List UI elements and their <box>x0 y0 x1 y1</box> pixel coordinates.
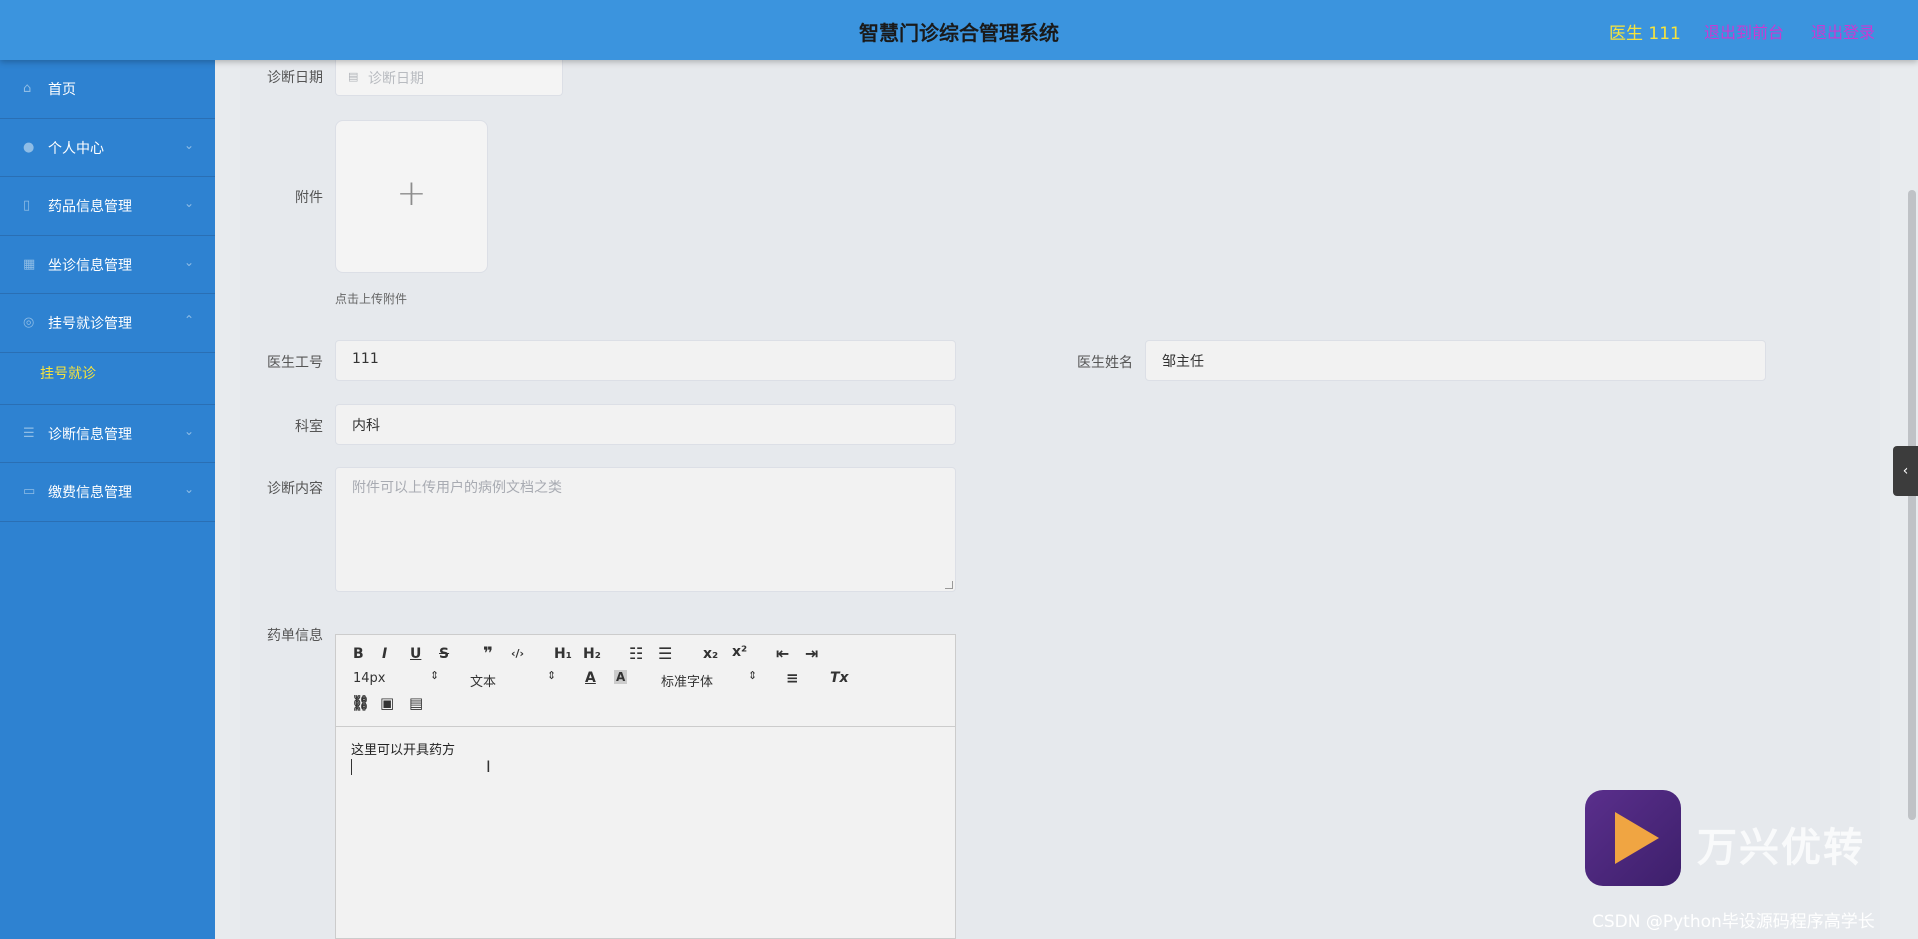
editor-toolbar: B I U S ❞ ‹/› H₁ H₂ ☷ ☰ x₂ x² ⇤ ⇥ 14px ⇕… <box>336 635 955 727</box>
page-scrollbar[interactable] <box>1908 190 1916 820</box>
compass-icon: ◎ <box>23 315 35 330</box>
rich-text-editor[interactable]: B I U S ❞ ‹/› H₁ H₂ ☷ ☰ x₂ x² ⇤ ⇥ 14px ⇕… <box>335 634 956 939</box>
outdent-icon[interactable]: ⇤ <box>776 644 789 663</box>
quote-button[interactable]: ❞ <box>483 644 493 664</box>
align-left-icon[interactable]: ≡ <box>786 669 799 687</box>
select-arrows-icon: ⇕ <box>547 669 557 682</box>
upload-hint: 点击上传附件 <box>335 292 408 306</box>
play-icon <box>1615 812 1659 864</box>
clear-format-button[interactable]: Tx <box>830 670 849 686</box>
bold-button[interactable]: B <box>353 646 364 662</box>
home-icon: ⌂ <box>23 81 32 96</box>
doctor-name-value: 邹主任 <box>1162 354 1204 370</box>
h1-button[interactable]: H₁ <box>554 646 572 662</box>
editor-content: 这里可以开具药方 <box>351 743 456 758</box>
sidebar: ⌂ 首页 ● 个人中心 ⌄ ▯ 药品信息管理 ⌄ ▦ 坐诊信息管理 ⌄ ◎ 挂号… <box>0 60 215 939</box>
current-user: 医生 111 <box>1609 24 1681 44</box>
chevron-down-icon: ⌄ <box>184 196 195 210</box>
doctor-id-label: 医生工号 <box>267 355 323 371</box>
sidebar-item-diagnosis[interactable]: ☰ 诊断信息管理 ⌄ <box>0 405 215 463</box>
italic-button[interactable]: I <box>382 646 387 662</box>
sidebar-item-label: 缴费信息管理 <box>48 485 132 501</box>
sidebar-item-registration[interactable]: ◎ 挂号就诊管理 ⌃ <box>0 294 215 353</box>
diagnosis-content-textarea[interactable]: 附件可以上传用户的病例文档之类 <box>335 467 956 592</box>
superscript-button[interactable]: x² <box>732 644 747 660</box>
doctor-name-field[interactable]: 邹主任 <box>1145 340 1766 381</box>
indent-icon[interactable]: ⇥ <box>805 644 818 663</box>
sidebar-subitem-label: 挂号就诊 <box>40 365 96 382</box>
sidebar-item-label: 坐诊信息管理 <box>48 257 132 274</box>
code-button[interactable]: ‹/› <box>511 647 524 660</box>
sidebar-item-label: 挂号就诊管理 <box>48 316 132 332</box>
grid-icon: ▦ <box>23 256 36 272</box>
sidebar-item-personal[interactable]: ● 个人中心 ⌄ <box>0 119 215 177</box>
strike-button[interactable]: S <box>439 646 449 662</box>
bullet-list-icon[interactable]: ☰ <box>658 644 672 663</box>
date-label: 诊断日期 <box>267 70 323 86</box>
video-icon[interactable]: ▤ <box>409 694 423 712</box>
attachment-label: 附件 <box>295 190 323 206</box>
link-icon[interactable]: ⛓ <box>351 694 370 712</box>
phone-icon: ▯ <box>23 198 31 213</box>
content-placeholder: 附件可以上传用户的病例文档之类 <box>352 480 562 496</box>
dept-field[interactable]: 内科 <box>335 404 956 445</box>
chevron-down-icon: ⌄ <box>184 137 195 152</box>
ibeam-cursor-icon: I <box>486 757 491 776</box>
content-label: 诊断内容 <box>267 481 323 497</box>
doctor-id-field[interactable]: 111 <box>335 340 956 381</box>
font-color-icon[interactable]: A <box>585 670 596 686</box>
watermark-brand: 万兴优转 <box>1697 825 1865 871</box>
date-picker[interactable]: ▤ 诊断日期 <box>335 60 563 96</box>
sidebar-item-schedule[interactable]: ▦ 坐诊信息管理 ⌄ <box>0 236 215 294</box>
chevron-down-icon: ⌄ <box>184 482 195 496</box>
back-to-front-link[interactable]: 退出到前台 <box>1704 19 1784 43</box>
ordered-list-icon[interactable]: ☷ <box>629 644 643 663</box>
sidebar-item-home[interactable]: ⌂ 首页 <box>0 60 215 119</box>
text-caret <box>351 759 352 775</box>
sidebar-item-label: 首页 <box>48 82 76 98</box>
date-placeholder: 诊断日期 <box>368 71 424 87</box>
chevron-down-icon: ⌄ <box>184 423 195 438</box>
select-arrows-icon: ⇕ <box>748 669 758 682</box>
image-icon[interactable]: ▣ <box>380 694 394 712</box>
wondershare-logo <box>1585 790 1681 886</box>
prescription-label: 药单信息 <box>267 628 323 644</box>
sidebar-item-payment[interactable]: ▭ 缴费信息管理 ⌄ <box>0 463 215 522</box>
chevron-left-icon: ‹ <box>1902 463 1909 479</box>
chevron-up-icon: ⌃ <box>184 313 195 327</box>
chevron-down-icon: ⌄ <box>184 254 195 269</box>
dept-value: 内科 <box>352 418 380 434</box>
list-icon: ☰ <box>23 425 35 441</box>
font-size-select[interactable]: 14px <box>353 671 386 686</box>
sidebar-item-drugs[interactable]: ▯ 药品信息管理 ⌄ <box>0 177 215 236</box>
calendar-icon: ▤ <box>348 70 359 83</box>
doctor-name-label: 医生姓名 <box>1077 355 1133 371</box>
subscript-button[interactable]: x₂ <box>703 646 718 662</box>
collapse-panel-handle[interactable]: ‹ <box>1893 446 1918 496</box>
message-icon: ▭ <box>23 484 36 499</box>
sidebar-subitem-registration[interactable]: 挂号就诊 <box>0 353 215 405</box>
sidebar-item-label: 诊断信息管理 <box>48 426 132 443</box>
dept-label: 科室 <box>295 419 323 435</box>
logout-link[interactable]: 退出登录 <box>1811 19 1875 43</box>
doctor-id-value: 111 <box>352 351 379 367</box>
sidebar-item-label: 药品信息管理 <box>48 199 132 215</box>
font-family-select[interactable]: 标准字体 <box>661 671 713 690</box>
top-header: 智慧门诊综合管理系统 医生 111 退出到前台 退出登录 <box>0 0 1918 60</box>
underline-button[interactable]: U <box>410 646 421 662</box>
plus-icon: + <box>396 173 427 214</box>
user-icon: ● <box>23 139 35 155</box>
select-arrows-icon: ⇕ <box>430 669 440 682</box>
upload-box[interactable]: + <box>335 120 488 273</box>
block-type-select[interactable]: 文本 <box>470 671 496 690</box>
sidebar-item-label: 个人中心 <box>48 140 104 157</box>
watermark-credit: CSDN @Python毕设源码程序高学长 <box>1592 912 1875 932</box>
h2-button[interactable]: H₂ <box>583 646 601 662</box>
resize-grip[interactable] <box>945 581 953 589</box>
background-color-icon[interactable]: A <box>614 670 628 684</box>
